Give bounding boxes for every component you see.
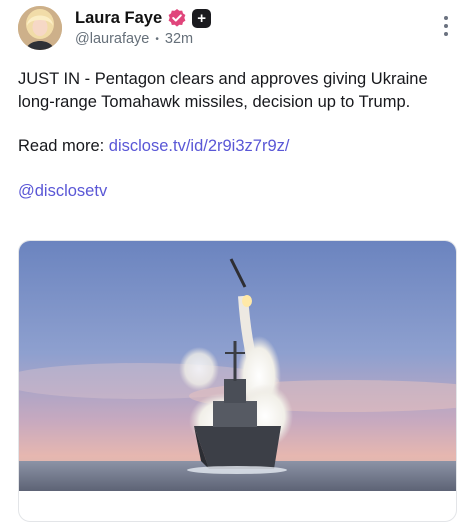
- author-meta: @laurafaye • 32m: [75, 31, 193, 47]
- more-vertical-icon[interactable]: [441, 16, 451, 38]
- preview-image: [19, 241, 456, 491]
- author-name-row: Laura Faye +: [75, 8, 212, 28]
- post-body: JUST IN - Pentagon clears and approves g…: [18, 68, 463, 202]
- avatar[interactable]: [18, 6, 62, 50]
- read-more-link[interactable]: disclose.tv/id/2r9i3z7r9z/: [109, 137, 290, 155]
- read-more-line: Read more: disclose.tv/id/2r9i3z7r9z/: [18, 135, 463, 158]
- post: Laura Faye + @laurafaye • 32m JUST IN - …: [0, 0, 475, 522]
- verified-badge-icon: [167, 8, 187, 28]
- meta-separator: •: [155, 33, 159, 45]
- link-preview-card[interactable]: [18, 240, 457, 522]
- author-handle[interactable]: @laurafaye: [75, 31, 149, 47]
- author-display-name[interactable]: Laura Faye: [75, 9, 162, 28]
- post-timestamp[interactable]: 32m: [165, 31, 193, 47]
- post-headline: JUST IN - Pentagon clears and approves g…: [18, 70, 428, 111]
- read-more-label: Read more:: [18, 137, 109, 155]
- plus-badge-icon: +: [192, 8, 212, 28]
- mention-link[interactable]: @disclosetv: [18, 182, 107, 200]
